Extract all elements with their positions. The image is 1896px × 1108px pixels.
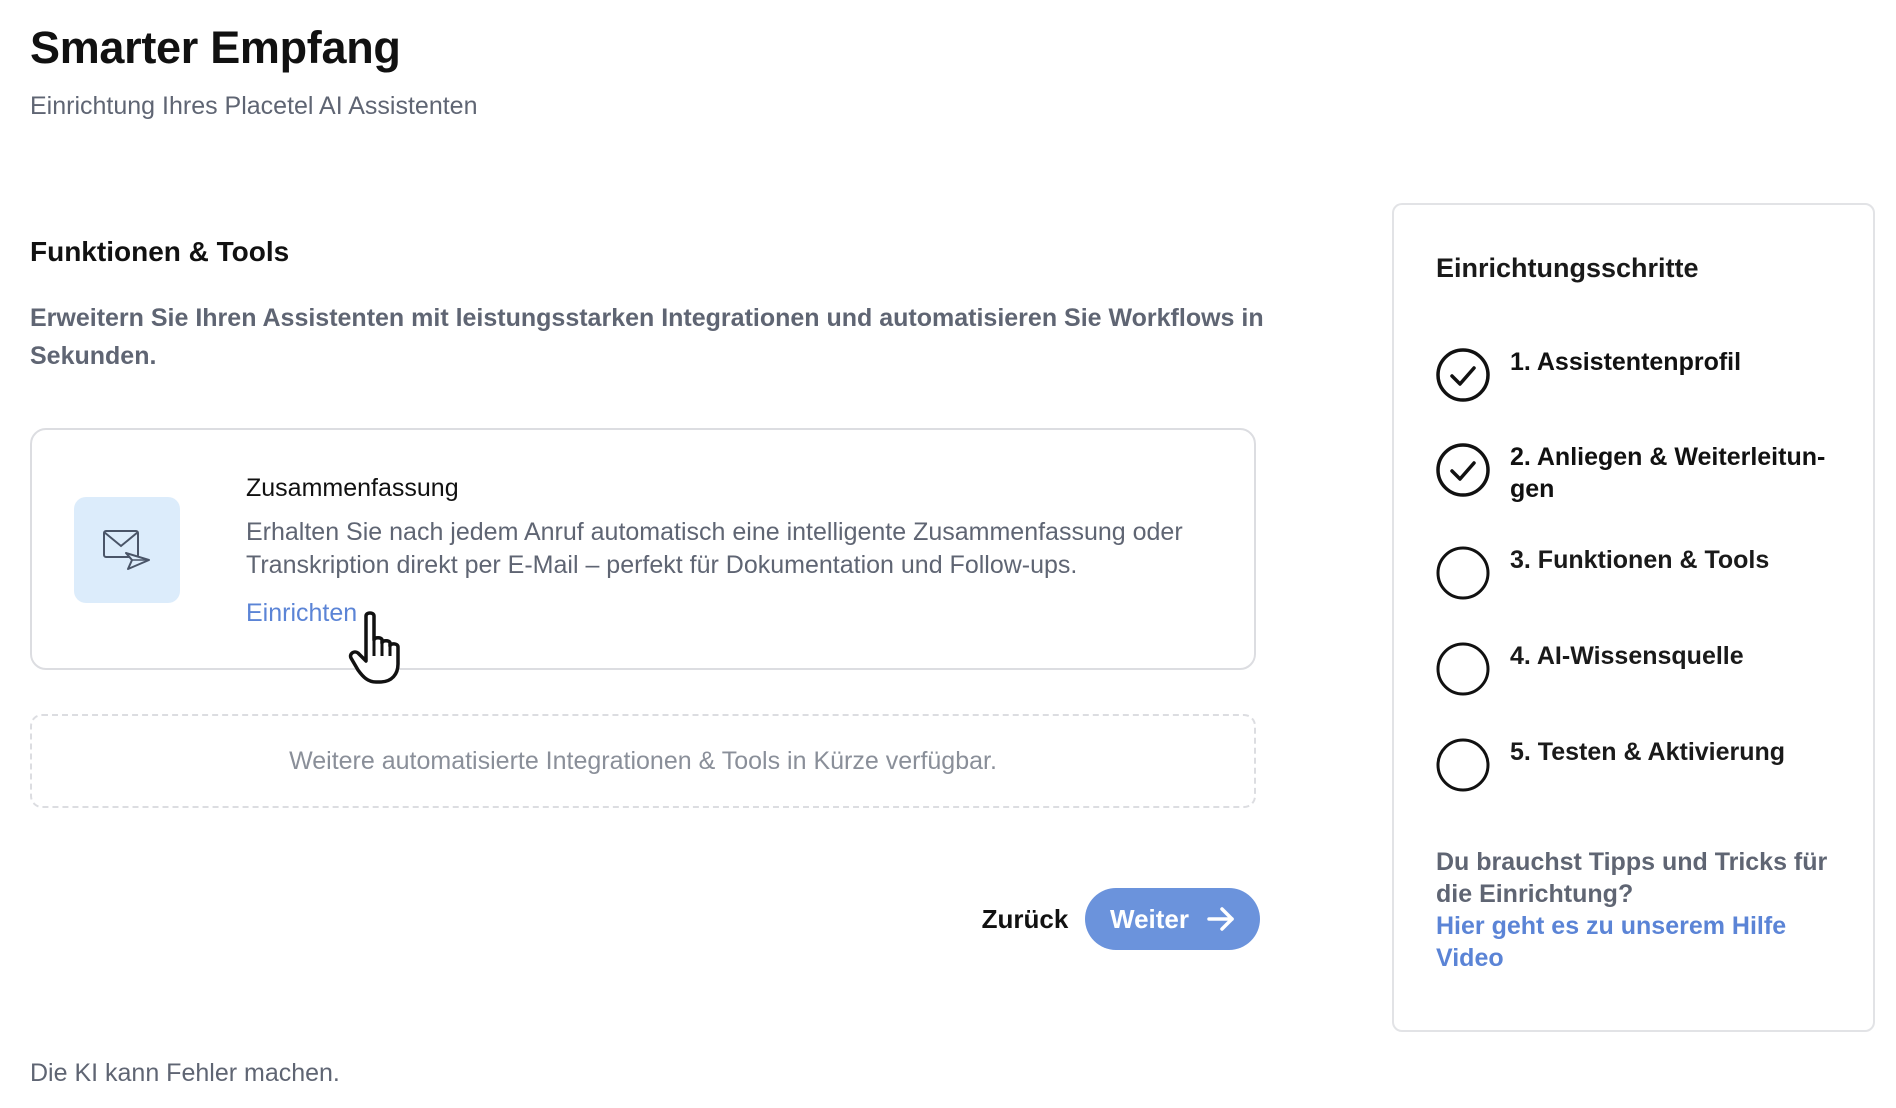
step-label: 3. Funktionen & Tools bbox=[1510, 546, 1770, 574]
check-circle-icon bbox=[1436, 443, 1490, 497]
help-section: Du brauchst Tipps und Tricks für die Ein… bbox=[1436, 846, 1836, 974]
help-video-link[interactable]: Hier geht es zu unserem Hilfe Video bbox=[1436, 910, 1836, 974]
ai-disclaimer: Die KI kann Fehler machen. bbox=[30, 1059, 340, 1087]
coming-soon-text: Weitere automatisierte Integrationen & T… bbox=[289, 746, 997, 775]
step-label: 2. Anliegen & Weiterleitun-gen bbox=[1510, 443, 1826, 503]
empty-circle-icon bbox=[1436, 738, 1490, 792]
steps-title: Einrichtungsschritte bbox=[1436, 253, 1699, 283]
feature-name: Zusammenfassung bbox=[246, 474, 459, 502]
section-title: Funktionen & Tools bbox=[30, 236, 290, 267]
back-button[interactable]: Zurück bbox=[955, 888, 1095, 950]
page: Smarter Empfang Einrichtung Ihres Placet… bbox=[0, 0, 1896, 1108]
page-subtitle: Einrichtung Ihres Placetel AI Assistente… bbox=[30, 92, 478, 120]
feature-card-summary: Zusammenfassung Erhalten Sie nach jedem … bbox=[30, 428, 1256, 670]
next-button[interactable]: Weiter bbox=[1085, 888, 1260, 950]
feature-description: Erhalten Sie nach jedem Anruf automatisc… bbox=[246, 518, 1183, 579]
page-title: Smarter Empfang bbox=[30, 22, 401, 73]
setup-steps-panel: Einrichtungsschritte 1. Assistentenprofi… bbox=[1392, 203, 1875, 1032]
help-text: Du brauchst Tipps und Tricks für die Ein… bbox=[1436, 848, 1828, 908]
setup-link[interactable]: Einrichten bbox=[246, 599, 357, 628]
step-label: 1. Assistentenprofil bbox=[1510, 348, 1742, 376]
arrow-right-icon bbox=[1207, 907, 1234, 931]
hand-pointer-cursor-icon bbox=[348, 611, 400, 684]
empty-circle-icon bbox=[1436, 642, 1490, 696]
next-button-label: Weiter bbox=[1110, 903, 1189, 934]
coming-soon-placeholder: Weitere automatisierte Integrationen & T… bbox=[30, 714, 1256, 808]
step-label: 4. AI-Wissensquelle bbox=[1510, 642, 1744, 670]
mail-send-icon bbox=[103, 530, 150, 570]
empty-circle-icon bbox=[1436, 546, 1490, 600]
check-circle-icon bbox=[1436, 348, 1490, 402]
feature-icon-container bbox=[74, 497, 180, 603]
step-label: 5. Testen & Aktivierung bbox=[1510, 738, 1786, 766]
section-description: Erweitern Sie Ihren Assistenten mit leis… bbox=[30, 304, 1264, 370]
